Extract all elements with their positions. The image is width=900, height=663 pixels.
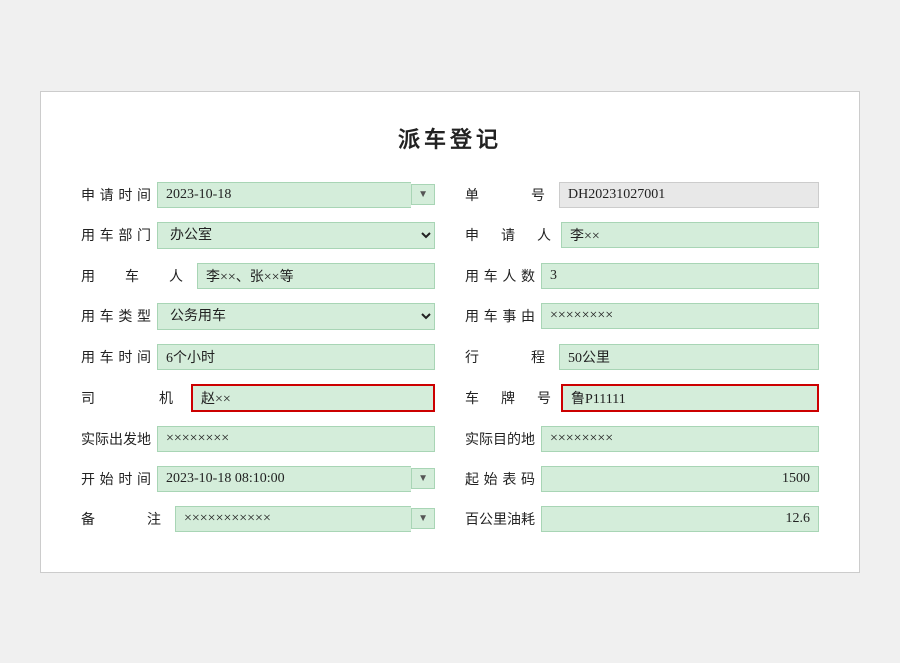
mileage-row: 行 程 (465, 344, 819, 370)
start-time-dropdown-icon[interactable]: ▼ (411, 468, 435, 489)
fuel-input[interactable] (541, 506, 819, 532)
notes-input-wrapper[interactable]: ▼ (175, 506, 435, 532)
start-meter-row: 起始表码 (465, 466, 819, 492)
car-reason-label: 用车事由 (465, 306, 535, 326)
order-no-row: 单 号 (465, 182, 819, 208)
user-input[interactable] (197, 263, 435, 289)
car-time-row: 用车时间 (81, 344, 435, 370)
car-reason-row: 用车事由 (465, 303, 819, 330)
dest-input[interactable] (541, 426, 819, 452)
notes-dropdown-icon[interactable]: ▼ (411, 508, 435, 529)
dept-select[interactable]: 办公室 (157, 222, 435, 249)
car-type-label: 用车类型 (81, 306, 151, 326)
car-type-select[interactable]: 公务用车 (157, 303, 435, 330)
start-meter-label: 起始表码 (465, 469, 535, 489)
apply-time-label: 申请时间 (81, 185, 151, 205)
driver-row: 司 机 (81, 384, 435, 412)
driver-label: 司 机 (81, 388, 185, 408)
plate-label: 车 牌 号 (465, 388, 555, 408)
user-row: 用 车 人 (81, 263, 435, 289)
start-time-label: 开始时间 (81, 469, 151, 489)
dept-label: 用车部门 (81, 225, 151, 245)
order-no-label: 单 号 (465, 185, 553, 205)
user-count-row: 用车人数 (465, 263, 819, 289)
driver-input[interactable] (191, 384, 435, 412)
depart-input[interactable] (157, 426, 435, 452)
car-type-row: 用车类型 公务用车 (81, 303, 435, 330)
applicant-input[interactable] (561, 222, 819, 248)
apply-time-input-wrapper[interactable]: ▼ (157, 182, 435, 208)
car-time-input[interactable] (157, 344, 435, 370)
form-grid: 申请时间 ▼ 单 号 用车部门 办公室 申 请 人 用 车 人 (81, 182, 819, 532)
plate-input[interactable] (561, 384, 819, 412)
start-time-input-wrapper[interactable]: ▼ (157, 466, 435, 492)
start-meter-input[interactable] (541, 466, 819, 492)
car-reason-input[interactable] (541, 303, 819, 329)
start-time-input[interactable] (157, 466, 411, 492)
fuel-label: 百公里油耗 (465, 509, 535, 529)
applicant-row: 申 请 人 (465, 222, 819, 249)
mileage-input[interactable] (559, 344, 819, 370)
notes-row: 备 注 ▼ (81, 506, 435, 532)
notes-input[interactable] (175, 506, 411, 532)
form-card: 派车登记 申请时间 ▼ 单 号 用车部门 办公室 申 请 人 用 (40, 91, 860, 573)
user-label: 用 车 人 (81, 266, 191, 286)
dest-label: 实际目的地 (465, 429, 535, 449)
order-no-input (559, 182, 819, 208)
fuel-row: 百公里油耗 (465, 506, 819, 532)
user-count-label: 用车人数 (465, 266, 535, 286)
start-time-row: 开始时间 ▼ (81, 466, 435, 492)
depart-label: 实际出发地 (81, 429, 151, 449)
notes-label: 备 注 (81, 509, 169, 529)
mileage-label: 行 程 (465, 347, 553, 367)
apply-time-input[interactable] (157, 182, 411, 208)
dest-row: 实际目的地 (465, 426, 819, 452)
dept-row: 用车部门 办公室 (81, 222, 435, 249)
user-count-input[interactable] (541, 263, 819, 289)
applicant-label: 申 请 人 (465, 225, 555, 245)
apply-time-dropdown-icon[interactable]: ▼ (411, 184, 435, 205)
apply-time-row: 申请时间 ▼ (81, 182, 435, 208)
depart-row: 实际出发地 (81, 426, 435, 452)
plate-row: 车 牌 号 (465, 384, 819, 412)
page-title: 派车登记 (81, 122, 819, 154)
car-time-label: 用车时间 (81, 347, 151, 367)
